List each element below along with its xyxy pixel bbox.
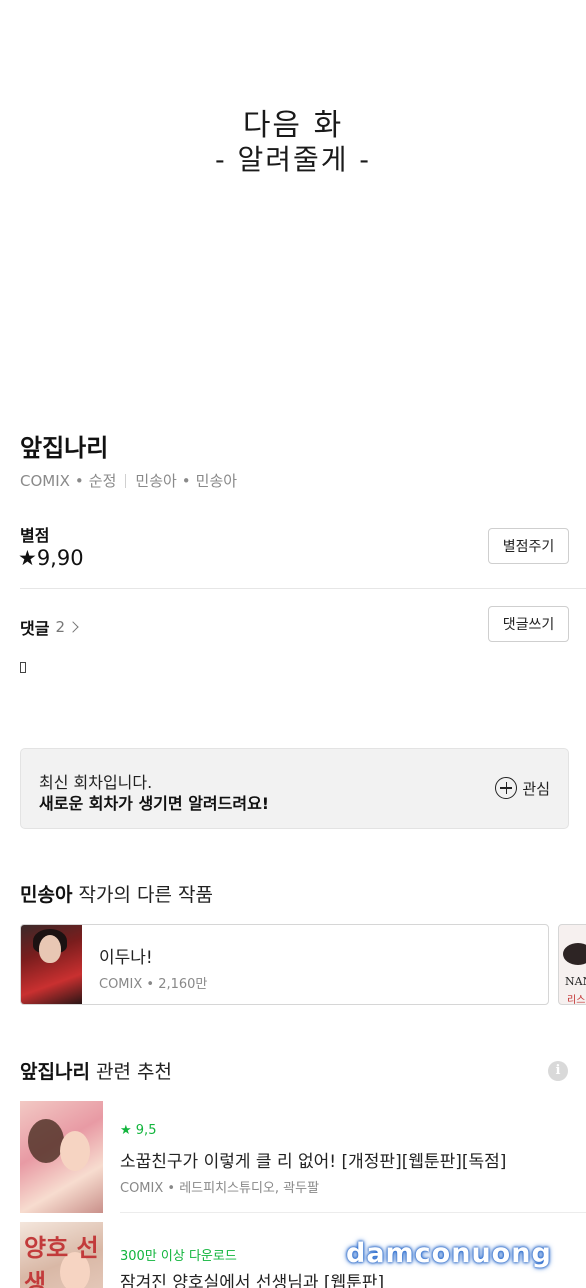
author-works-suffix: 작가의 다른 작품	[72, 884, 213, 906]
genre-label: 순정	[88, 472, 117, 490]
comments-label: 댓글	[20, 619, 50, 638]
favorite-label: 관심	[522, 779, 550, 798]
notice-line-2: 새로운 회차가 생기면 알려드려요!	[39, 794, 270, 813]
work-title: 이두나!	[99, 948, 153, 968]
recommend-item[interactable]: ★ 9,5 소꿉친구가 이렇게 클 리 없어! [개정판][웹툰판][독점] C…	[20, 1101, 586, 1213]
meta-dot: •	[181, 471, 191, 490]
write-comment-button[interactable]: 댓글쓰기	[488, 606, 569, 642]
recommend-title: 잠겨진 양호실에서 선생님과 [웹툰판]	[120, 1273, 385, 1288]
thumbnail-title-art: 양호 선생	[24, 1233, 99, 1288]
next-card-title: NAN	[565, 975, 586, 988]
latest-episode-notice: 최신 회차입니다. 새로운 회차가 생기면 알려드려요! 관심	[20, 748, 569, 829]
author-works-heading: 민송아 작가의 다른 작품	[20, 880, 213, 907]
recommend-rating: ★ 9,5	[120, 1123, 157, 1138]
work-thumbnail	[21, 925, 82, 1004]
series-meta: COMIX • 순정 민송아 • 민송아	[20, 470, 237, 491]
episode-end-teaser: 다음 화 - 알려줄게 -	[0, 0, 586, 410]
favorite-button[interactable]: 관심	[495, 777, 550, 799]
series-title: 앞집나리	[20, 434, 109, 462]
work-meta: COMIX • 2,160만	[99, 977, 208, 992]
plus-circle-icon	[495, 777, 518, 799]
recommend-suffix: 관련 추천	[89, 1061, 172, 1083]
recommend-download-badge: 300만 이상 다운로드	[120, 1249, 237, 1264]
divider	[20, 588, 586, 589]
site-watermark: damconuong	[346, 1238, 552, 1269]
recommend-series-name: 앞집나리	[20, 1061, 90, 1083]
meta-dot: •	[74, 471, 84, 490]
comments-count: 2	[55, 618, 65, 636]
recommend-heading: 앞집나리 관련 추천	[20, 1057, 172, 1084]
next-card-subtitle: 리스	[567, 995, 586, 1005]
chevron-right-icon	[67, 621, 79, 633]
work-card-next[interactable]: NAN 리스	[558, 924, 586, 1005]
author-name: 민송아	[20, 884, 73, 906]
rate-button[interactable]: 별점주기	[488, 528, 569, 564]
writer-link[interactable]: 민송아	[135, 470, 176, 491]
rating-label: 별점	[20, 526, 50, 545]
work-card[interactable]: 이두나! COMIX • 2,160만	[20, 924, 549, 1005]
missing-glyph-icon	[20, 662, 26, 673]
recommend-meta: COMIX • 레드피치스튜디오, 곽두팔	[120, 1181, 320, 1196]
teaser-notify-text: - 알려줄게 -	[215, 143, 371, 176]
recommend-title: 소꿉친구가 이렇게 클 리 없어! [개정판][웹툰판][독점]	[120, 1152, 507, 1172]
rating-value: ★9,90	[18, 546, 84, 570]
platform-label: COMIX	[20, 471, 70, 490]
info-icon[interactable]: i	[548, 1061, 568, 1081]
recommend-thumbnail	[20, 1101, 103, 1213]
recommend-thumbnail: 양호 선생	[20, 1222, 103, 1288]
comments-link[interactable]: 댓글 2	[20, 615, 79, 639]
artist-link[interactable]: 민송아	[196, 470, 237, 491]
meta-separator	[125, 473, 127, 488]
